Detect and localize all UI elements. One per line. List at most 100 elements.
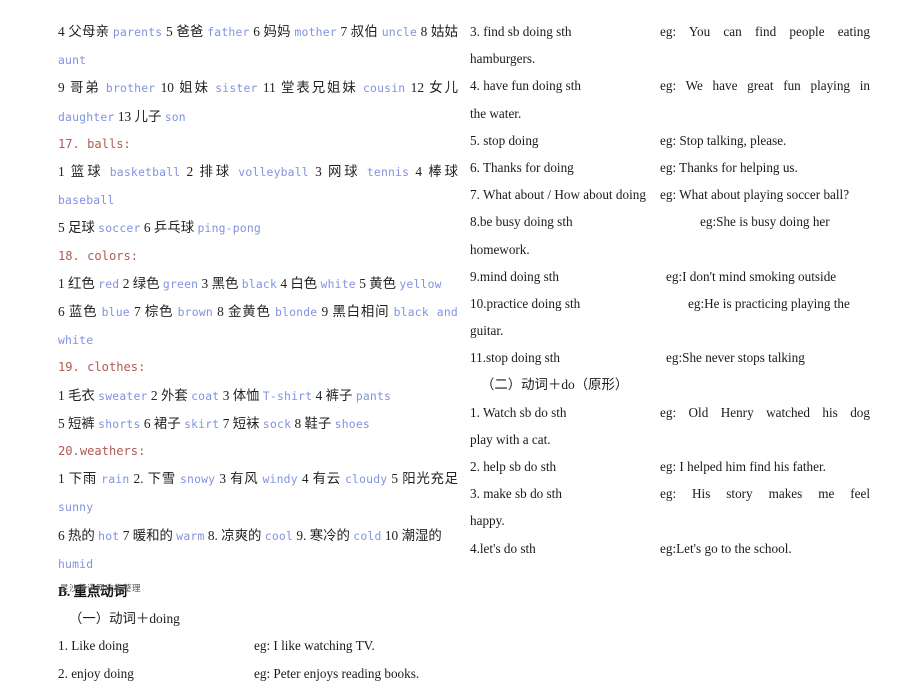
vocab-line: 1 下雨 rain 2. 下雪 snowy 3 有风 windy 4 有云 cl…: [58, 465, 458, 521]
example-text: eg: Stop talking, please.: [660, 132, 787, 148]
chinese-term: 8 鞋子: [291, 415, 335, 431]
chinese-term: 8. 凉爽的: [204, 527, 265, 543]
english-term: brown: [177, 305, 213, 320]
chinese-term: 2 绿色: [119, 275, 163, 291]
rule-text: 6. Thanks for doing: [470, 159, 574, 175]
example-text: eg: Peter enjoys reading books.: [254, 665, 420, 681]
english-term: parents: [112, 25, 163, 39]
rule-text: 1. Watch sb do sth: [470, 404, 567, 420]
example-continuation: guitar.: [470, 323, 504, 339]
english-term: brother: [105, 81, 156, 96]
english-term: T-shirt: [262, 388, 313, 403]
vocab-line: 5 短裤 shorts 6 裙子 skirt 7 短袜 sock 8 鞋子 sh…: [58, 410, 458, 438]
english-term: snowy: [179, 472, 216, 487]
english-term: uncle: [381, 25, 418, 39]
english-term: son: [164, 109, 186, 124]
rule-row: 7. What about / How about doing eg: What …: [470, 181, 870, 208]
english-term: green: [162, 276, 199, 291]
english-term: tennis: [366, 165, 410, 180]
chinese-term: 5 短裤: [58, 415, 99, 431]
vocab-line: 1 篮球 basketball 2 排球 volleyball 3 网球 ten…: [58, 158, 458, 214]
example-text: eg:He is practicing playing the: [688, 295, 850, 311]
rule-text: 2. enjoy doing: [58, 665, 134, 681]
example-text: eg:Let's go to the school.: [660, 540, 792, 556]
vocab-line: 1 红色 red 2 绿色 green 3 黑色 black 4 白色 whit…: [58, 270, 458, 298]
rule-row: 11.stop doing sth eg:She never stops talk…: [470, 344, 870, 371]
chinese-term: 7 短袜: [219, 415, 263, 431]
english-term: hot: [98, 528, 120, 543]
english-term: skirt: [184, 416, 220, 431]
chinese-term: 4 棒球: [409, 164, 459, 180]
chinese-term: 7 叔伯: [336, 24, 382, 39]
chinese-term: 9 黑白相间: [317, 304, 394, 320]
english-term: sock: [262, 416, 292, 431]
example-continuation: play with a cat.: [470, 431, 551, 447]
example-text: eg:I don't mind smoking outside: [666, 268, 837, 284]
example-continuation: hamburgers.: [470, 51, 536, 67]
vocab-line: daughter 13 儿子 son: [58, 103, 458, 131]
chinese-term: 4 有云: [297, 471, 345, 487]
english-term: pants: [355, 388, 392, 403]
english-term: basketball: [109, 165, 181, 180]
english-term: cool: [264, 528, 294, 543]
rule-row: 3. find sb doing sth eg: You can find peo…: [470, 18, 870, 45]
chinese-term: 6 热的: [58, 527, 99, 543]
right-column: 3. find sb doing sth eg: You can find peo…: [470, 18, 870, 562]
example-continuation: happy.: [470, 513, 505, 529]
chinese-term: 1 红色: [58, 275, 99, 291]
english-term: red: [98, 276, 120, 291]
english-term: cousin: [362, 81, 406, 96]
rule-text: 4.let's do sth: [470, 540, 536, 556]
english-term: sweater: [98, 388, 148, 403]
chinese-term: 4 白色: [277, 275, 321, 291]
english-term: daughter: [58, 109, 115, 124]
english-term: mother: [294, 25, 337, 39]
rule-row: 2. enjoy doing eg: Peter enjoys reading b…: [58, 660, 458, 687]
english-term: shoes: [334, 416, 370, 431]
english-term: volleyball: [238, 165, 309, 180]
subsection-heading: （二）动词＋do（原形）: [481, 377, 629, 393]
rule-text: 9.mind doing sth: [470, 268, 560, 284]
example-continuation: homework.: [470, 241, 530, 257]
chinese-term: 1 下雨: [58, 471, 102, 487]
english-term: humid: [58, 556, 94, 571]
example-continuation: the water.: [470, 105, 522, 121]
document-page: 4 父母亲 parents 5 爸爸 father 6 妈妈 mother 7 …: [0, 0, 920, 681]
english-term: coat: [191, 388, 220, 403]
rule-text: 10.practice doing sth: [470, 295, 581, 311]
chinese-term: 7 暖和的: [119, 527, 177, 543]
rule-row: 2. help sb do sth eg: I helped him find h…: [470, 453, 870, 480]
rule-row: 4.let's do sth eg:Let's go to the school.: [470, 535, 870, 562]
rule-row: 8.be busy doing sth eg:She is busy doing …: [470, 208, 870, 235]
example-text: eg: We have great fun playing in: [660, 78, 870, 94]
chinese-term: 2 外套: [147, 387, 192, 403]
rule-text: 4. have fun doing sth: [470, 78, 581, 94]
vocab-line: 1 毛衣 sweater 2 外套 coat 3 体恤 T-shirt 4 裤子…: [58, 382, 458, 410]
rule-text: 2. help sb do sth: [470, 459, 557, 475]
vocab-line: 5 足球 soccer 6 乒乓球 ping-pong: [58, 214, 458, 242]
english-term: ping-pong: [197, 221, 261, 236]
english-term: cold: [353, 528, 382, 543]
rule-text: 3. find sb doing sth: [470, 24, 572, 39]
vocab-line: 9 哥弟 brother 10 姐妹 sister 11 堂表兄姐妹 cousi…: [58, 74, 458, 102]
chinese-term: 6 蓝色: [58, 304, 102, 320]
chinese-term: 5 足球: [58, 220, 99, 236]
chinese-term: 9. 寒冷的: [293, 527, 354, 543]
rule-row: 4. have fun doing sth eg: We have great f…: [470, 72, 870, 99]
rule-row: 10.practice doing sth eg:He is practicing…: [470, 290, 870, 317]
footer-note: 星沙英语网收集整理: [60, 583, 141, 593]
example-text: eg: What about playing soccer ball?: [660, 187, 850, 203]
subsection-heading: （一）动词＋doing: [69, 611, 180, 627]
chinese-term: 5 阳光充足: [387, 471, 458, 487]
chinese-term: 3 网球: [308, 164, 367, 180]
english-term: soccer: [98, 221, 141, 236]
chinese-term: 2. 下雪: [129, 471, 180, 487]
rule-row: 3. make sb do sth eg: His story makes me …: [470, 480, 870, 507]
rule-row: 1. Like doing eg: I like watching TV.: [58, 632, 458, 659]
chinese-term: 3 体恤: [219, 387, 263, 403]
chinese-term: 3 黑色: [198, 275, 242, 291]
chinese-term: 4 裤子: [312, 387, 356, 403]
example-text: eg:She is busy doing her: [700, 214, 830, 230]
rule-text: 8.be busy doing sth: [470, 214, 573, 230]
chinese-term: 9 哥弟: [58, 80, 106, 96]
